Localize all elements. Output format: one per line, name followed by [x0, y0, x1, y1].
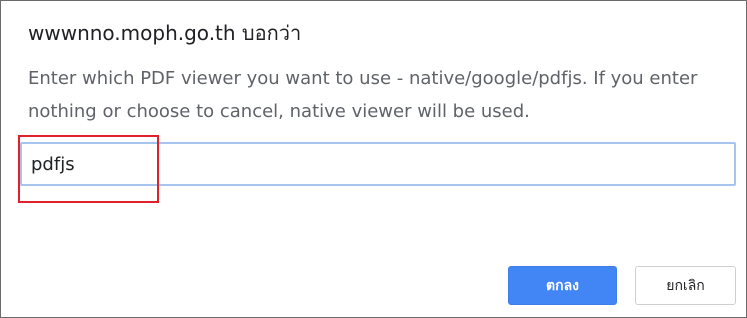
prompt-dialog: wwwnno.moph.go.th บอกว่า Enter which PDF…: [0, 0, 747, 318]
dialog-title: wwwnno.moph.go.th บอกว่า: [28, 21, 302, 45]
prompt-input[interactable]: [22, 144, 734, 184]
prompt-input-container: [20, 142, 736, 186]
ok-button[interactable]: ตกลง: [508, 266, 617, 305]
dialog-message: Enter which PDF viewer you want to use -…: [28, 68, 698, 122]
cancel-button[interactable]: ยกเลิก: [635, 266, 736, 305]
